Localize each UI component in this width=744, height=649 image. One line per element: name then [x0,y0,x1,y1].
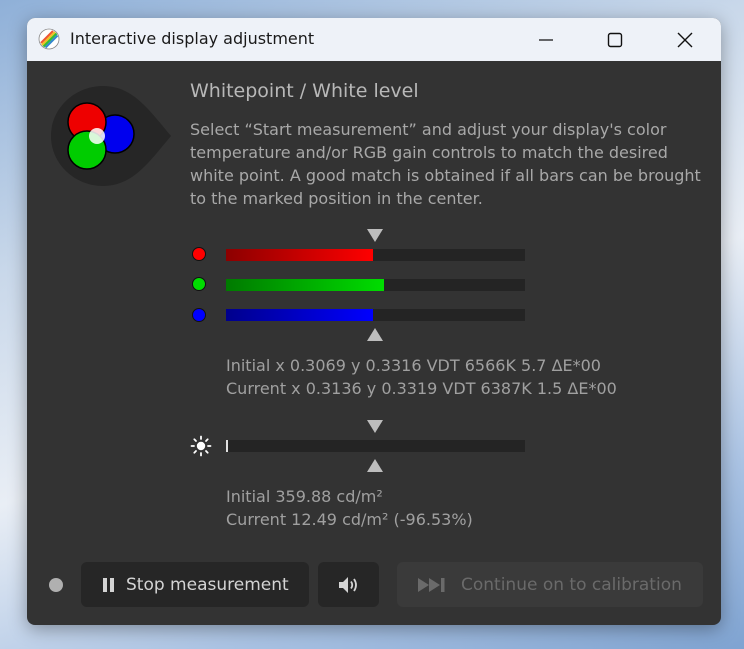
pause-icon [103,577,114,592]
blue-channel-dot [192,308,206,322]
brightness-icon [190,435,212,457]
whitepoint-initial: Initial x 0.3069 y 0.3316 VDT 6566K 5.7 … [226,356,601,375]
continue-calibration-label: Continue on to calibration [461,574,682,595]
close-icon [677,32,693,47]
red-channel-dot [192,247,206,261]
stop-measurement-button[interactable]: Stop measurement [81,562,309,607]
whitepoint-current: Current x 0.3136 y 0.3319 VDT 6387K 1.5 … [226,379,617,398]
window-title: Interactive display adjustment [70,29,315,48]
red-channel-bar [226,249,525,261]
luminance-target-marker-bottom [367,459,383,472]
luminance-fill [226,440,228,452]
minimize-button[interactable] [523,18,569,61]
green-channel-fill [226,279,384,291]
red-channel-fill [226,249,373,261]
blue-channel-fill [226,309,373,321]
maximize-button[interactable] [592,18,638,61]
skip-forward-icon [418,577,445,592]
rgb-target-marker-top [367,229,383,242]
app-logo-icon [38,28,60,50]
luminance-bar [226,440,525,452]
speaker-icon [338,576,357,593]
blue-channel-bar [226,309,525,321]
measurement-status-indicator [49,578,63,592]
close-button[interactable] [662,18,708,61]
green-channel-dot [192,277,206,291]
page-heading: Whitepoint / White level [190,80,419,102]
green-channel-bar [226,279,525,291]
maximize-icon [607,32,623,47]
luminance-current: Current 12.49 cd/m² (-96.53%) [226,510,473,529]
luminance-target-marker-top [367,420,383,433]
continue-calibration-button[interactable]: Continue on to calibration [397,562,703,607]
minimize-icon [539,38,553,41]
stop-measurement-label: Stop measurement [126,574,289,595]
title-bar: Interactive display adjustment [27,18,721,61]
instructions-text: Select “Start measurement” and adjust yo… [190,120,701,208]
luminance-initial: Initial 359.88 cd/m² [226,487,383,506]
rgb-target-marker-bottom [367,328,383,341]
sound-toggle-button[interactable] [318,562,379,607]
rgb-circles-icon [51,86,171,186]
adjustment-window: Interactive display adjustment Whitepoin… [27,18,721,625]
